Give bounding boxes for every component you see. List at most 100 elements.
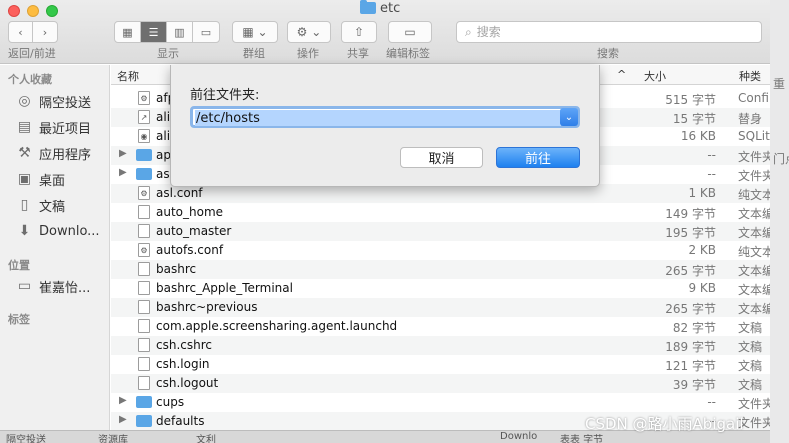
go-to-folder-dialog: 前往文件夹: ⌄ 取消 前往 — [170, 65, 600, 187]
chevron-down-icon[interactable]: ⌄ — [560, 108, 578, 126]
table-row[interactable]: com.apple.screensharing.agent.launchd 82… — [111, 317, 770, 336]
go-button[interactable]: 前往 — [496, 147, 580, 168]
table-row[interactable]: ⚙ autofs.conf 2 KB 纯文本 — [111, 241, 770, 260]
file-name: csh.login — [156, 357, 210, 371]
share-button[interactable]: ⇧ — [341, 21, 377, 43]
folder-icon — [136, 396, 152, 408]
table-row[interactable]: csh.logout 39 字节 文稿 — [111, 374, 770, 393]
table-row[interactable]: bashrc_Apple_Terminal 9 KB 文本编 — [111, 279, 770, 298]
sidebar-item-label: 桌面 — [39, 173, 66, 189]
file-kind: 文本编 — [738, 264, 770, 278]
table-row[interactable]: csh.cshrc 189 字节 文稿 — [111, 336, 770, 355]
columns-icon: ▥ — [174, 25, 185, 39]
list-icon: ☰ — [148, 25, 159, 39]
table-row[interactable]: csh.login 121 字节 文稿 — [111, 355, 770, 374]
column-header-kind[interactable]: 种类 — [739, 68, 761, 84]
database-icon: ◉ — [138, 129, 150, 143]
sort-chevron-icon: ^ — [617, 68, 627, 81]
disclosure-triangle-icon[interactable]: ▶ — [119, 414, 127, 425]
downloads-icon: ⬇ — [18, 223, 31, 239]
sidebar-item-airdrop[interactable]: ◎ 隔空投送 — [16, 91, 91, 111]
file-name: ali — [156, 129, 171, 143]
file-name: auto_master — [156, 224, 232, 238]
edit-tags-label: 编辑标签 — [386, 47, 430, 60]
file-size: 149 字节 — [665, 207, 716, 221]
sidebar-item-desktop[interactable]: ▣ 桌面 — [16, 169, 65, 189]
file-name: csh.logout — [156, 376, 219, 390]
search-input[interactable] — [476, 25, 727, 39]
action-label: 操作 — [297, 47, 319, 60]
locations-heading: 位置 — [8, 259, 30, 272]
path-combobox[interactable]: ⌄ — [190, 106, 580, 128]
file-icon — [138, 338, 150, 352]
back-button[interactable]: ‹ — [9, 22, 33, 42]
folder-icon — [136, 415, 152, 427]
sidebar-item-computer[interactable]: ▭ 崔嘉怡... — [16, 276, 91, 296]
group-icon: ▦ ⌄ — [242, 25, 268, 39]
file-kind: SQLit — [738, 129, 770, 143]
airdrop-icon: ◎ — [18, 93, 31, 109]
file-size: 2 KB — [688, 243, 716, 257]
disclosure-triangle-icon[interactable]: ▶ — [119, 148, 127, 159]
sidebar-item-label: 最近项目 — [39, 121, 92, 137]
file-icon — [138, 376, 150, 390]
background-text: 文利 — [196, 435, 216, 443]
edit-tags-button[interactable]: ▭ — [388, 21, 432, 43]
icon-view-button[interactable]: ▦ — [115, 22, 141, 42]
table-row[interactable]: auto_home 149 字节 文本编 — [111, 203, 770, 222]
file-name: bashrc_Apple_Terminal — [156, 281, 293, 295]
gallery-view-button[interactable]: ▭ — [193, 22, 219, 42]
favorites-heading: 个人收藏 — [8, 73, 52, 86]
background-text: 门点 — [773, 152, 789, 166]
sidebar-item-applications[interactable]: ⚒ 应用程序 — [16, 143, 91, 163]
forward-button[interactable]: › — [33, 22, 57, 42]
chevron-left-icon: ‹ — [18, 25, 23, 39]
table-row[interactable]: bashrc~previous 265 字节 文本编 — [111, 298, 770, 317]
file-name: csh.cshrc — [156, 338, 212, 352]
view-mode-control: ▦ ☰ ▥ ▭ — [114, 21, 220, 43]
file-size: 82 字节 — [672, 321, 716, 335]
file-icon — [138, 357, 150, 371]
maximize-window-button[interactable] — [46, 5, 58, 17]
disclosure-triangle-icon[interactable]: ▶ — [119, 167, 127, 178]
tags-heading: 标签 — [8, 313, 30, 326]
file-name: cups — [156, 395, 185, 409]
file-kind: 替身 — [738, 112, 763, 126]
file-size: -- — [707, 167, 716, 181]
file-kind: Confi — [738, 91, 769, 105]
file-size: 39 字节 — [672, 378, 716, 392]
documents-icon: ▯ — [20, 197, 29, 213]
alias-icon: ↗ — [138, 110, 150, 124]
file-kind: 文稿 — [738, 340, 763, 354]
table-row[interactable]: ▶ cups -- 文件夹 — [111, 393, 770, 412]
watermark: CSDN @路小雨Abigail — [585, 415, 744, 433]
file-size: -- — [707, 395, 716, 409]
list-view-button[interactable]: ☰ — [141, 22, 167, 42]
search-field[interactable]: ⌕ — [456, 21, 762, 43]
background-text: 隔空投送 — [6, 435, 46, 443]
group-button[interactable]: ▦ ⌄ — [232, 21, 278, 43]
sidebar-item-recents[interactable]: ▤ 最近项目 — [16, 117, 91, 137]
folder-icon — [136, 149, 152, 161]
disclosure-triangle-icon[interactable]: ▶ — [119, 395, 127, 406]
applications-icon: ⚒ — [18, 145, 31, 161]
sidebar-item-downloads[interactable]: ⬇ Downlo... — [16, 221, 100, 241]
desktop-icon: ▣ — [17, 171, 32, 187]
column-view-button[interactable]: ▥ — [167, 22, 193, 42]
sidebar: 个人收藏 ◎ 隔空投送 ▤ 最近项目 ⚒ 应用程序 ▣ 桌面 ▯ 文稿 ⬇ Do… — [0, 65, 110, 443]
column-header-size[interactable]: 大小 — [644, 68, 666, 84]
column-header-name[interactable]: 名称 — [117, 68, 139, 84]
file-kind: 纯文本 — [738, 188, 770, 202]
minimize-window-button[interactable] — [27, 5, 39, 17]
toolbar: etc ‹ › 返回/前进 ▦ ☰ ▥ ▭ 显示 ▦ ⌄ 群组 ⚙ ⌄ 操作 ⇧… — [0, 0, 770, 64]
file-name: defaults — [156, 414, 205, 428]
table-row[interactable]: auto_master 195 字节 文本编 — [111, 222, 770, 241]
path-input[interactable] — [195, 110, 561, 126]
close-window-button[interactable] — [8, 5, 20, 17]
action-button[interactable]: ⚙ ⌄ — [287, 21, 331, 43]
table-row[interactable]: bashrc 265 字节 文本编 — [111, 260, 770, 279]
cancel-button[interactable]: 取消 — [400, 147, 483, 168]
file-size: 189 字节 — [665, 340, 716, 354]
file-kind: 文稿 — [738, 378, 763, 392]
sidebar-item-documents[interactable]: ▯ 文稿 — [16, 195, 65, 215]
